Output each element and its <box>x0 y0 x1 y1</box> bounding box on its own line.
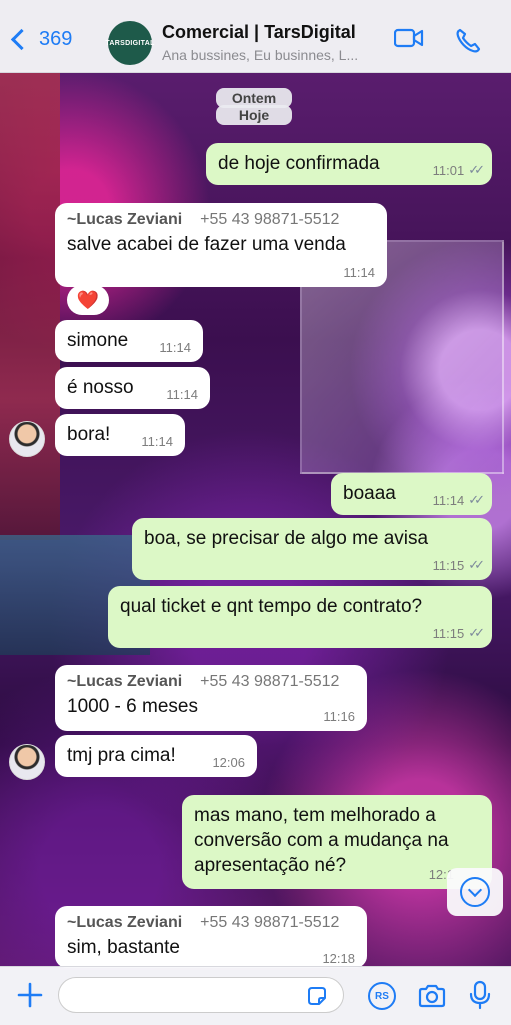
message-time: 11:15 <box>432 625 465 641</box>
message-text: sim, bastante <box>67 937 180 958</box>
plus-icon[interactable] <box>16 981 44 1009</box>
message-bubble-incoming[interactable]: é nosso 11:14 <box>55 367 210 409</box>
sender-name[interactable]: ~Lucas Zeviani <box>67 914 182 932</box>
group-avatar-text: TARSDIGITAL <box>105 39 155 47</box>
message-time: 11:14 <box>159 340 191 355</box>
date-chip-ontem: Ontem <box>216 88 292 108</box>
message-time: 11:14 <box>432 492 465 508</box>
message-time: 11:14 <box>141 434 173 449</box>
phone-icon[interactable] <box>455 28 481 54</box>
message-bubble-outgoing[interactable]: de hoje confirmada 11:01 ✓✓ <box>206 143 492 185</box>
sender-name[interactable]: ~Lucas Zeviani <box>67 673 182 691</box>
message-text: boaaa <box>343 483 396 504</box>
currency-label: RS <box>375 990 389 1002</box>
message-text: de hoje confirmada <box>218 153 380 174</box>
message-composer: RS <box>0 966 511 1025</box>
sticker-icon[interactable] <box>306 985 328 1007</box>
message-bubble-incoming[interactable]: ~Lucas Zeviani +55 43 98871-5512 salve a… <box>55 203 387 287</box>
message-bubble-incoming[interactable]: ~Lucas Zeviani +55 43 98871-5512 sim, ba… <box>55 906 367 968</box>
sender-name[interactable]: ~Lucas Zeviani <box>67 211 182 229</box>
chat-header: 369 TARSDIGITAL Comercial | TarsDigital … <box>0 0 511 73</box>
heart-reaction[interactable]: ❤️ <box>67 285 109 315</box>
chat-title[interactable]: Comercial | TarsDigital <box>162 22 356 43</box>
message-input[interactable] <box>58 977 344 1013</box>
read-ticks-icon: ✓✓ <box>468 162 485 177</box>
heart-icon: ❤️ <box>76 289 100 310</box>
sender-phone: +55 43 98871-5512 <box>200 673 340 690</box>
message-time: 11:01 <box>432 162 465 178</box>
read-ticks-icon: ✓✓ <box>468 625 485 640</box>
wallpaper-decor <box>0 70 60 540</box>
message-text: tmj pra cima! <box>67 745 176 766</box>
message-time: 12:06 <box>212 755 245 770</box>
message-time: 11:14 <box>166 387 198 402</box>
message-text: bora! <box>67 424 111 445</box>
read-ticks-icon: ✓✓ <box>468 557 485 572</box>
camera-icon[interactable] <box>417 983 447 1009</box>
message-time: 11:14 <box>343 265 375 280</box>
message-text: salve acabei de fazer uma venda <box>67 234 346 255</box>
date-chip-hoje: Hoje <box>216 105 292 125</box>
video-call-icon[interactable] <box>394 28 424 48</box>
message-time: 11:16 <box>323 709 355 724</box>
message-text: boa, se precisar de algo me avisa <box>144 528 429 549</box>
chevron-left-icon <box>10 28 33 51</box>
message-bubble-incoming[interactable]: bora! 11:14 <box>55 414 185 456</box>
message-bubble-outgoing[interactable]: mas mano, tem melhorado a conversão com … <box>182 795 492 889</box>
unread-count: 369 <box>39 28 73 50</box>
sender-avatar[interactable] <box>9 744 45 780</box>
message-bubble-outgoing[interactable]: boa, se precisar de algo me avisa 11:15 ✓… <box>132 518 492 580</box>
group-avatar[interactable]: TARSDIGITAL <box>105 21 155 65</box>
read-ticks-icon: ✓✓ <box>468 492 485 507</box>
message-text: qual ticket e qnt tempo de contrato? <box>120 596 423 617</box>
message-time: 11:15 <box>432 557 465 573</box>
message-time: 12:18 <box>322 951 355 966</box>
chevron-down-icon <box>460 877 490 907</box>
message-text: é nosso <box>67 377 134 398</box>
message-bubble-outgoing[interactable]: qual ticket e qnt tempo de contrato? 11:… <box>108 586 492 648</box>
message-bubble-incoming[interactable]: tmj pra cima! 12:06 <box>55 735 257 777</box>
message-bubble-incoming[interactable]: ~Lucas Zeviani +55 43 98871-5512 1000 - … <box>55 665 367 731</box>
message-text: simone <box>67 330 129 351</box>
sender-phone: +55 43 98871-5512 <box>200 914 340 931</box>
message-text: 1000 - 6 meses <box>67 696 198 717</box>
scroll-to-bottom-button[interactable] <box>447 868 503 916</box>
message-bubble-outgoing[interactable]: boaaa 11:14 ✓✓ <box>331 473 492 515</box>
chat-participants[interactable]: Ana bussines, Eu businnes, L... <box>162 47 382 63</box>
currency-icon[interactable]: RS <box>368 982 396 1010</box>
back-button[interactable]: 369 <box>10 28 73 51</box>
message-bubble-incoming[interactable]: simone 11:14 <box>55 320 203 362</box>
sender-avatar[interactable] <box>9 421 45 457</box>
microphone-icon[interactable] <box>469 980 491 1010</box>
sender-phone: +55 43 98871-5512 <box>200 211 340 228</box>
